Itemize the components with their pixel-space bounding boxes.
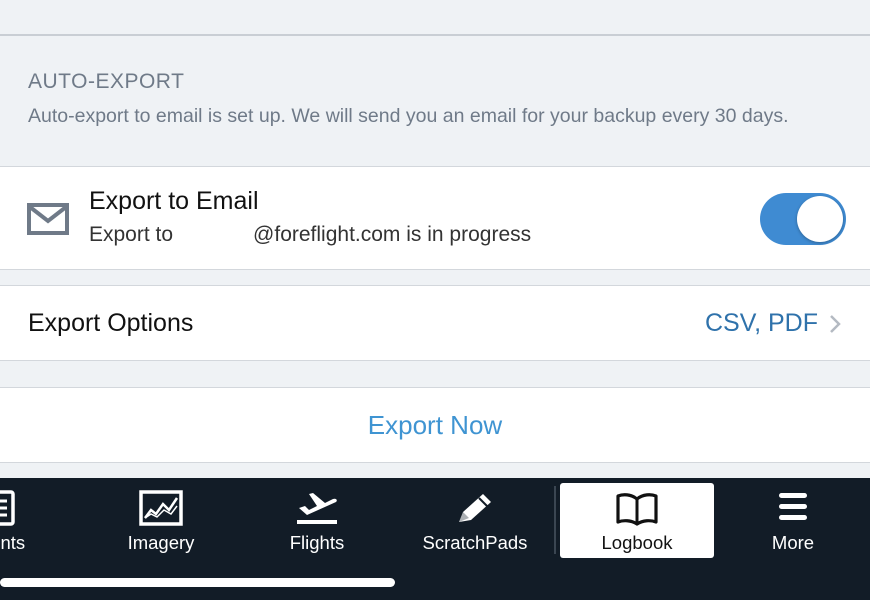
tab-imagery[interactable]: Imagery — [100, 478, 222, 558]
tab-more[interactable]: More — [732, 478, 854, 558]
imagery-icon — [139, 490, 183, 526]
export-to-email-title: Export to Email — [89, 187, 259, 215]
tab-divider — [554, 486, 556, 554]
airplane-departure-icon — [297, 493, 337, 524]
export-options-row[interactable]: Export Options CSV, PDF — [0, 285, 870, 361]
chevron-right-icon — [830, 315, 841, 333]
export-options-value: CSV, PDF — [704, 309, 818, 337]
tab-scratchpads[interactable]: ScratchPads — [414, 478, 536, 558]
top-area — [0, 0, 870, 36]
open-book-icon — [616, 493, 658, 526]
tab-logbook-label: Logbook — [601, 532, 673, 553]
tab-documents[interactable]: ments — [0, 478, 60, 558]
tab-scratchpads-label: ScratchPads — [422, 532, 528, 553]
menu-icon — [779, 493, 807, 520]
tab-flights[interactable]: Flights — [256, 478, 378, 558]
tab-flights-label: Flights — [289, 532, 345, 553]
pencil-icon — [459, 494, 491, 522]
export-to-email-row: Export to Email Export to @foreflight.com… — [0, 166, 870, 270]
export-to-email-toggle[interactable] — [760, 193, 846, 245]
export-now-row: Export Now — [0, 387, 870, 463]
status-suffix: @foreflight.com is in progress — [253, 223, 532, 246]
home-indicator — [0, 578, 395, 587]
tab-more-label: More — [771, 532, 815, 553]
status-prefix: Export to — [89, 223, 174, 246]
documents-icon — [0, 490, 15, 526]
tab-documents-label: ments — [0, 532, 26, 553]
export-now-button[interactable]: Export Now — [0, 410, 870, 441]
tab-imagery-label: Imagery — [127, 532, 195, 553]
toggle-knob — [797, 196, 843, 242]
mail-icon — [27, 203, 69, 235]
export-to-email-status: Export to @foreflight.com is in progress — [89, 223, 531, 247]
export-options-label: Export Options — [28, 309, 194, 337]
tab-logbook[interactable]: Logbook — [560, 483, 714, 558]
section-header: AUTO-EXPORT — [28, 70, 185, 93]
tab-bar: ments Imagery Flights ScratchPads Logboo… — [0, 478, 870, 600]
section-description: Auto-export to email is set up. We will … — [28, 105, 789, 127]
